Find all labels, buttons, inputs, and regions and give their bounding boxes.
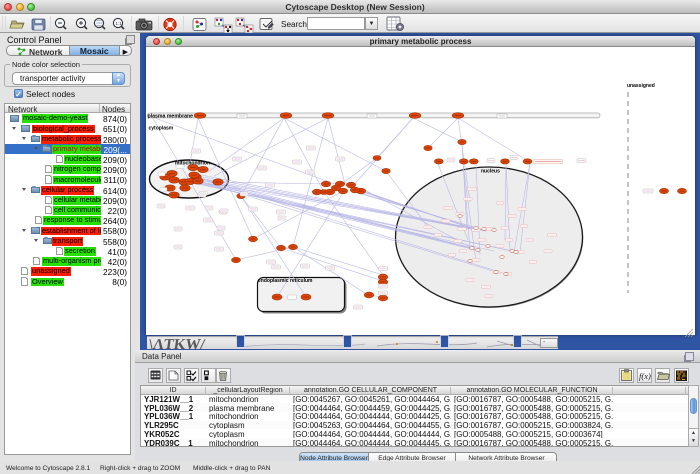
svg-text:nucleus: nucleus	[481, 169, 500, 175]
svg-text:unassigned: unassigned	[627, 83, 655, 89]
svg-text:cytoplasm: cytoplasm	[149, 126, 174, 132]
svg-text:1:1: 1:1	[116, 21, 123, 26]
svg-text:plasma membrane: plasma membrane	[148, 113, 194, 119]
svg-text:f(x): f(x)	[639, 371, 651, 381]
svg-text:\ΛTΚW/: \ΛTΚW/	[147, 337, 207, 349]
svg-text:endoplasmic reticulum: endoplasmic reticulum	[258, 278, 313, 284]
